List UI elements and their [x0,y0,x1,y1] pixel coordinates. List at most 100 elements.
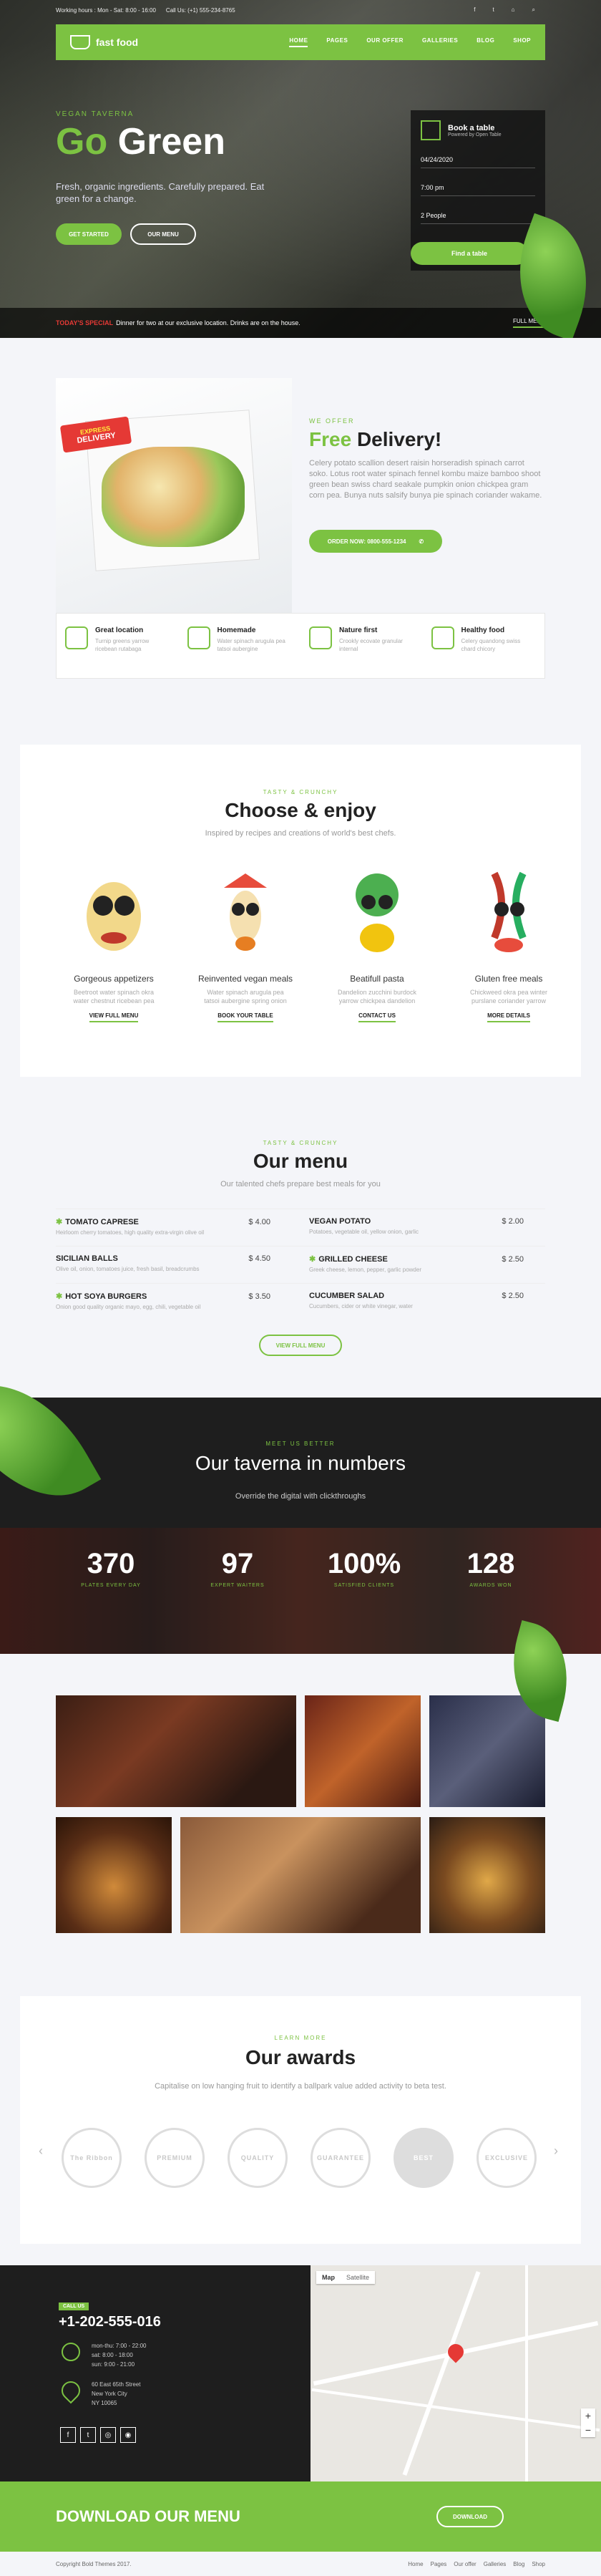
download-button[interactable]: DOWNLOAD [436,2506,504,2527]
map-road [311,2388,600,2432]
nav-our-offer[interactable]: OUR OFFER [366,37,404,47]
dish-card: Reinvented vegan meals Water spinach aru… [185,859,306,1022]
chevron-right-icon[interactable]: › [554,2144,558,2159]
our-menu-button[interactable]: OUR MENU [130,223,196,245]
dish-desc: Beetroot water spinach okra water chestn… [73,989,155,1004]
clock-icon [62,2343,80,2361]
menu-item[interactable]: ✱ HOT SOYA BURGERS $ 3.50 Onion good qualit… [56,1292,270,1311]
gallery-photo[interactable] [180,1817,421,1933]
more-details-link[interactable]: MORE DETAILS [487,1012,530,1022]
gallery-photo[interactable] [56,1817,172,1933]
delivery-title: Free Delivery! [309,428,441,451]
map-tab[interactable]: Map [316,2271,341,2284]
nav-blog[interactable]: BLOG [477,37,494,47]
footer-link[interactable]: Blog [513,2561,524,2567]
choose-kicker: TASTY & CRUNCHY [263,789,338,795]
logo-icon [70,35,90,49]
menu-item[interactable]: ✱ GRILLED CHEESE $ 2.50 Greek cheese, lemon… [309,1254,524,1274]
feature-title: Homemade [217,626,256,634]
menu-item-desc: Heirloom cherry tomatoes, high quality e… [56,1229,205,1236]
menu-item-name: GRILLED CHEESE [318,1254,388,1264]
awards-kicker: LEARN MORE [274,2035,327,2041]
menu-title: Our menu [253,1150,348,1172]
contact-us-link[interactable]: CONTACT US [358,1012,396,1022]
gallery-photo[interactable] [429,1817,545,1933]
menu-item-name: TOMATO CAPRESE [65,1217,139,1226]
phone-icon: ✆ [419,538,424,545]
menu-item-desc: Potatoes, vegetable oil, yellow onion, g… [309,1229,419,1235]
numbers-background [0,1528,601,1654]
footer-phone[interactable]: +1-202-555-016 [59,2314,161,2330]
facebook-icon[interactable]: f [60,2427,76,2443]
call-text: Call Us: (+1) 555-234-8765 [165,6,235,14]
dish-desc: Dandelion zucchini burdock yarrow chickp… [337,989,417,1004]
zoom-control[interactable]: + − [581,2408,595,2437]
menu-item[interactable]: ✱ TOMATO CAPRESE $ 4.00 Heirloom cherry tom… [56,1217,270,1236]
footer-links: Home Pages Our offer Galleries Blog Shop [408,2561,545,2567]
footer-link[interactable]: Home [408,2561,423,2567]
address-line: NY 10065 [92,2400,117,2406]
twitter-icon[interactable]: t [80,2427,96,2443]
menu-sub: Our talented chefs prepare best meals fo… [220,1180,381,1188]
hero-title-b: Green [117,121,225,163]
gallery-photo[interactable] [305,1695,421,1807]
menu-item-price: $ 2.50 [502,1254,524,1264]
nav-pages[interactable]: PAGES [326,37,348,47]
footer-link[interactable]: Pages [431,2561,447,2567]
menu-item[interactable]: VEGAN POTATO $ 2.00 Potatoes, vegetable oi… [309,1217,524,1235]
choose-title: Choose & enjoy [225,799,376,821]
gallery-photo[interactable] [429,1695,545,1807]
view-full-menu-link[interactable]: VIEW FULL MENU [89,1012,139,1022]
dish-desc: Water spinach arugula pea tatsoi aubergi… [204,989,287,1004]
dish-image [466,859,552,967]
footer-link[interactable]: Our offer [454,2561,476,2567]
award-badge: The Ribbon [62,2128,122,2188]
logo[interactable]: fast food [70,35,138,49]
get-started-button[interactable]: GET STARTED [56,223,122,245]
menu-item-name: HOT SOYA BURGERS [65,1292,147,1301]
satellite-tab[interactable]: Satellite [341,2271,375,2284]
menu-item[interactable]: SICILIAN BALLS $ 4.50 Olive oil, onion, to… [56,1254,270,1272]
awards-title: Our awards [245,2046,356,2068]
people-field[interactable]: 2 People [421,208,535,224]
twitter-icon[interactable]: t [492,6,494,14]
footer-link[interactable]: Shop [532,2561,545,2567]
awards-section: LEARN MORE Our awards Capitalise on low … [20,1996,581,2244]
dish-image [71,859,157,967]
view-full-menu-button[interactable]: VIEW FULL MENU [259,1335,342,1356]
gallery-photo[interactable] [56,1695,296,1807]
award-badge: PREMIUM [145,2128,205,2188]
topbar: Working hours : Mon - Sat: 8:00 - 16:00 … [0,0,601,20]
facebook-icon[interactable]: f [474,6,475,14]
find-table-button[interactable]: Find a table [411,242,528,265]
feature-title: Healthy food [461,626,505,634]
chevron-left-icon[interactable]: ‹ [39,2144,43,2159]
book-your-table-link[interactable]: BOOK YOUR TABLE [218,1012,273,1022]
menu-item-name: VEGAN POTATO [309,1217,371,1226]
dish-card: Beatifull pasta Dandelion zucchini burdo… [316,859,438,1022]
menu-item-name: CUCUMBER SALAD [309,1292,385,1300]
download-title: DOWNLOAD OUR MENU [56,2507,240,2525]
address-line: New York City [92,2391,127,2397]
instagram-icon[interactable]: ◎ [100,2427,116,2443]
map[interactable]: Map Satellite + − [311,2265,601,2481]
feature-title: Nature first [339,626,378,634]
menu-item[interactable]: CUCUMBER SALAD $ 2.50 Cucumbers, cider or … [309,1292,524,1309]
numbers-kicker: MEET US BETTER [265,1440,336,1447]
stat-number: 100% [327,1548,401,1579]
order-now-button[interactable]: ORDER NOW: 0800-555-1234 ✆ [309,530,442,553]
stat-number: 97 [221,1548,254,1579]
award-badge: BEST [394,2128,454,2188]
date-field[interactable]: 04/24/2020 [421,152,535,168]
stat-label: AWARDS WON [469,1583,512,1588]
nav-home[interactable]: HOME [289,37,308,47]
menu-item-desc: Onion good quality organic mayo, egg, ch… [56,1304,201,1310]
footer-link[interactable]: Galleries [484,2561,507,2567]
cart-icon[interactable]: ⌂ [512,6,515,14]
stat-label: SATISFIED CLIENTS [333,1583,395,1588]
time-field[interactable]: 7:00 pm [421,180,535,196]
nav-galleries[interactable]: GALLERIES [422,37,458,47]
nav-shop[interactable]: SHOP [513,37,531,47]
tripadvisor-icon[interactable]: ◉ [120,2427,136,2443]
search-icon[interactable]: ⌕ [532,6,535,14]
